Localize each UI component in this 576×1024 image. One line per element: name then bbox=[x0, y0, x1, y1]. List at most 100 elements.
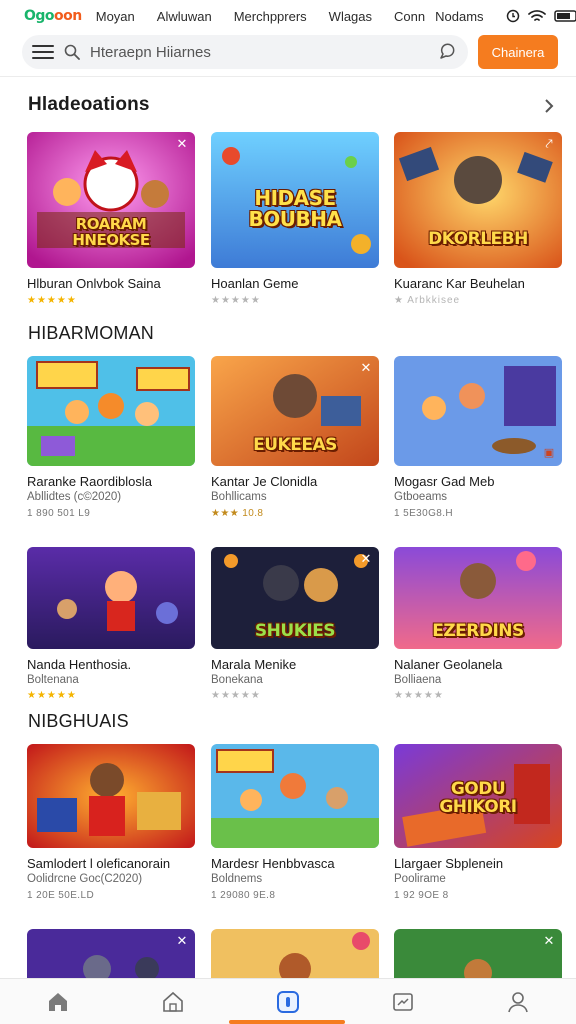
game-artwork bbox=[211, 929, 379, 978]
bottom-nav bbox=[0, 978, 576, 1024]
game-banner-text: GODU GHIKORI bbox=[439, 779, 517, 817]
top-nav: Moyan Alwluwan Merchpprers Wlagas Conn N… bbox=[96, 9, 506, 24]
nav-link-6[interactable]: Nodams bbox=[435, 9, 483, 24]
header-divider bbox=[0, 76, 576, 77]
game-card[interactable]: ✕ bbox=[27, 929, 195, 978]
game-title: Hlburan Onlvbok Saina bbox=[27, 276, 161, 291]
nav-link-2[interactable]: Alwluwan bbox=[157, 9, 212, 24]
game-artwork bbox=[394, 356, 562, 466]
game-card[interactable]: HIDASE BOUBHA Hoanlan Geme ★★★★★ bbox=[211, 132, 379, 306]
hamburger-menu-icon[interactable] bbox=[32, 41, 54, 63]
profile-icon[interactable] bbox=[500, 984, 536, 1020]
section-title-4: NIBGHUAIS bbox=[28, 711, 129, 731]
game-banner-text: EZERDINS bbox=[432, 621, 524, 641]
close-icon[interactable]: ✕ bbox=[175, 137, 189, 151]
voice-search-icon[interactable] bbox=[438, 43, 456, 61]
search-input[interactable] bbox=[90, 43, 428, 61]
game-artwork bbox=[211, 744, 379, 848]
store-icon[interactable] bbox=[155, 984, 191, 1020]
game-thumbnail[interactable]: ▣ bbox=[394, 356, 562, 466]
game-card[interactable]: Mardesr Henbbvasca Boldnems 1 29080 9E.8 bbox=[211, 744, 379, 901]
game-publisher: Boldnems bbox=[211, 873, 263, 885]
game-title: Mardesr Henbbvasca bbox=[211, 856, 335, 871]
game-card[interactable]: Samlodert l oleficanorain Oolidrcne Goc(… bbox=[27, 744, 195, 901]
game-card[interactable]: DKORLEBH ⤤ Kuaranc Kar Beuhelan ★ Arbkki… bbox=[394, 132, 562, 306]
game-thumbnail[interactable]: DKORLEBH ⤤ bbox=[394, 132, 562, 268]
game-publisher: Bolliaena bbox=[394, 674, 442, 686]
game-thumbnail[interactable]: ROARAM HNEOKSE ✕ bbox=[27, 132, 195, 268]
game-thumbnail[interactable]: EUKEEAS ✕ bbox=[211, 356, 379, 466]
app-logo[interactable]: Ogooon bbox=[24, 8, 82, 24]
game-card[interactable]: SHUKIES ✕ Marala Menike Bonekana ★★★★★ bbox=[211, 547, 379, 701]
game-thumbnail[interactable] bbox=[27, 547, 195, 649]
rating-stars: ★★★★★ bbox=[27, 295, 77, 306]
game-downloads: 1 92 9OE 8 bbox=[394, 890, 449, 901]
game-downloads: 1 5E30G8.H bbox=[394, 508, 454, 519]
game-card[interactable]: ROARAM HNEOKSE ✕ Hlburan Onlvbok Saina ★… bbox=[27, 132, 195, 306]
game-publisher: Bohllicams bbox=[211, 491, 267, 503]
game-card[interactable] bbox=[211, 929, 379, 978]
share-icon[interactable]: ⤤ bbox=[542, 137, 556, 151]
game-publisher: Oolidrcne Goc(C2020) bbox=[27, 873, 143, 885]
game-rating: ★★★ 10.8 bbox=[211, 508, 264, 519]
rating-stars: ★★★★★ bbox=[211, 295, 261, 306]
game-card[interactable]: GODU GHIKORI Llargaer Sbplenein Pooliram… bbox=[394, 744, 562, 901]
section-title-1: Hladeoations bbox=[28, 94, 150, 115]
game-card[interactable]: EUKEEAS ✕ Kantar Je Clonidla Bohllicams … bbox=[211, 356, 379, 519]
game-publisher: Abllidtes (c©2020) bbox=[27, 491, 122, 503]
game-card[interactable]: EZERDINS Nalaner Geolanela Bolliaena ★★★… bbox=[394, 547, 562, 701]
game-thumbnail[interactable]: GODU GHIKORI bbox=[394, 744, 562, 848]
game-card[interactable]: Raranke Raordiblosla Abllidtes (c©2020) … bbox=[27, 356, 195, 519]
game-card[interactable]: ✕ bbox=[394, 929, 562, 978]
game-thumbnail[interactable] bbox=[211, 929, 379, 978]
game-artwork bbox=[27, 547, 195, 649]
game-title: Nanda Henthosia. bbox=[27, 657, 132, 672]
game-title: Hoanlan Geme bbox=[211, 276, 299, 291]
nav-link-5[interactable]: Conn bbox=[394, 9, 425, 24]
game-thumbnail[interactable]: EZERDINS bbox=[394, 547, 562, 649]
home-icon[interactable] bbox=[40, 984, 76, 1020]
status-icons bbox=[506, 9, 576, 23]
top-bar: Ogooon Moyan Alwluwan Merchpprers Wlagas… bbox=[0, 0, 576, 32]
game-artwork bbox=[27, 356, 195, 466]
game-card[interactable]: ▣ Mogasr Gad Meb Gtboeams 1 5E30G8.H bbox=[394, 356, 562, 519]
chevron-right-icon[interactable] bbox=[542, 99, 556, 113]
nav-link-1[interactable]: Moyan bbox=[96, 9, 135, 24]
nav-link-4[interactable]: Wlagas bbox=[329, 9, 372, 24]
logo-part-b: oon bbox=[54, 8, 82, 24]
clock-icon bbox=[506, 9, 519, 23]
close-icon[interactable]: ✕ bbox=[359, 552, 373, 566]
close-icon[interactable]: ✕ bbox=[175, 934, 189, 948]
game-title: Samlodert l oleficanorain bbox=[27, 856, 171, 871]
game-thumbnail[interactable]: ✕ bbox=[27, 929, 195, 978]
game-downloads: 1 29080 9E.8 bbox=[211, 890, 276, 901]
game-thumbnail[interactable] bbox=[27, 356, 195, 466]
game-thumbnail[interactable] bbox=[211, 744, 379, 848]
search-row: Chainera bbox=[22, 34, 558, 70]
game-thumbnail[interactable] bbox=[27, 744, 195, 848]
active-tab-indicator bbox=[229, 1020, 345, 1024]
news-icon[interactable] bbox=[385, 984, 421, 1020]
game-title: Nalaner Geolanela bbox=[394, 657, 503, 672]
search-box bbox=[22, 35, 468, 69]
nav-link-3[interactable]: Merchpprers bbox=[234, 9, 307, 24]
game-publisher: Poolirame bbox=[394, 873, 446, 885]
section-title-2: HIBARMOMAN bbox=[28, 323, 155, 343]
game-artwork bbox=[27, 929, 195, 978]
cta-button[interactable]: Chainera bbox=[478, 35, 558, 69]
rating-stars: ★★★★★ bbox=[394, 690, 444, 701]
game-thumbnail[interactable]: SHUKIES ✕ bbox=[211, 547, 379, 649]
logo-part-a: Ogo bbox=[24, 8, 55, 24]
game-thumbnail[interactable]: HIDASE BOUBHA bbox=[211, 132, 379, 268]
close-icon[interactable]: ✕ bbox=[542, 934, 556, 948]
play-icon[interactable] bbox=[270, 984, 306, 1020]
game-thumbnail[interactable]: ✕ bbox=[394, 929, 562, 978]
chat-icon[interactable]: ▣ bbox=[542, 446, 556, 460]
close-icon[interactable]: ✕ bbox=[359, 361, 373, 375]
game-title: Kuaranc Kar Beuhelan bbox=[394, 276, 525, 291]
game-banner-text: SHUKIES bbox=[254, 621, 336, 641]
game-card[interactable]: Nanda Henthosia. Boltenana ★★★★★ bbox=[27, 547, 195, 701]
game-banner-text: EUKEEAS bbox=[253, 435, 337, 456]
game-banner-text: DKORLEBH bbox=[428, 229, 528, 250]
search-icon bbox=[64, 44, 80, 60]
